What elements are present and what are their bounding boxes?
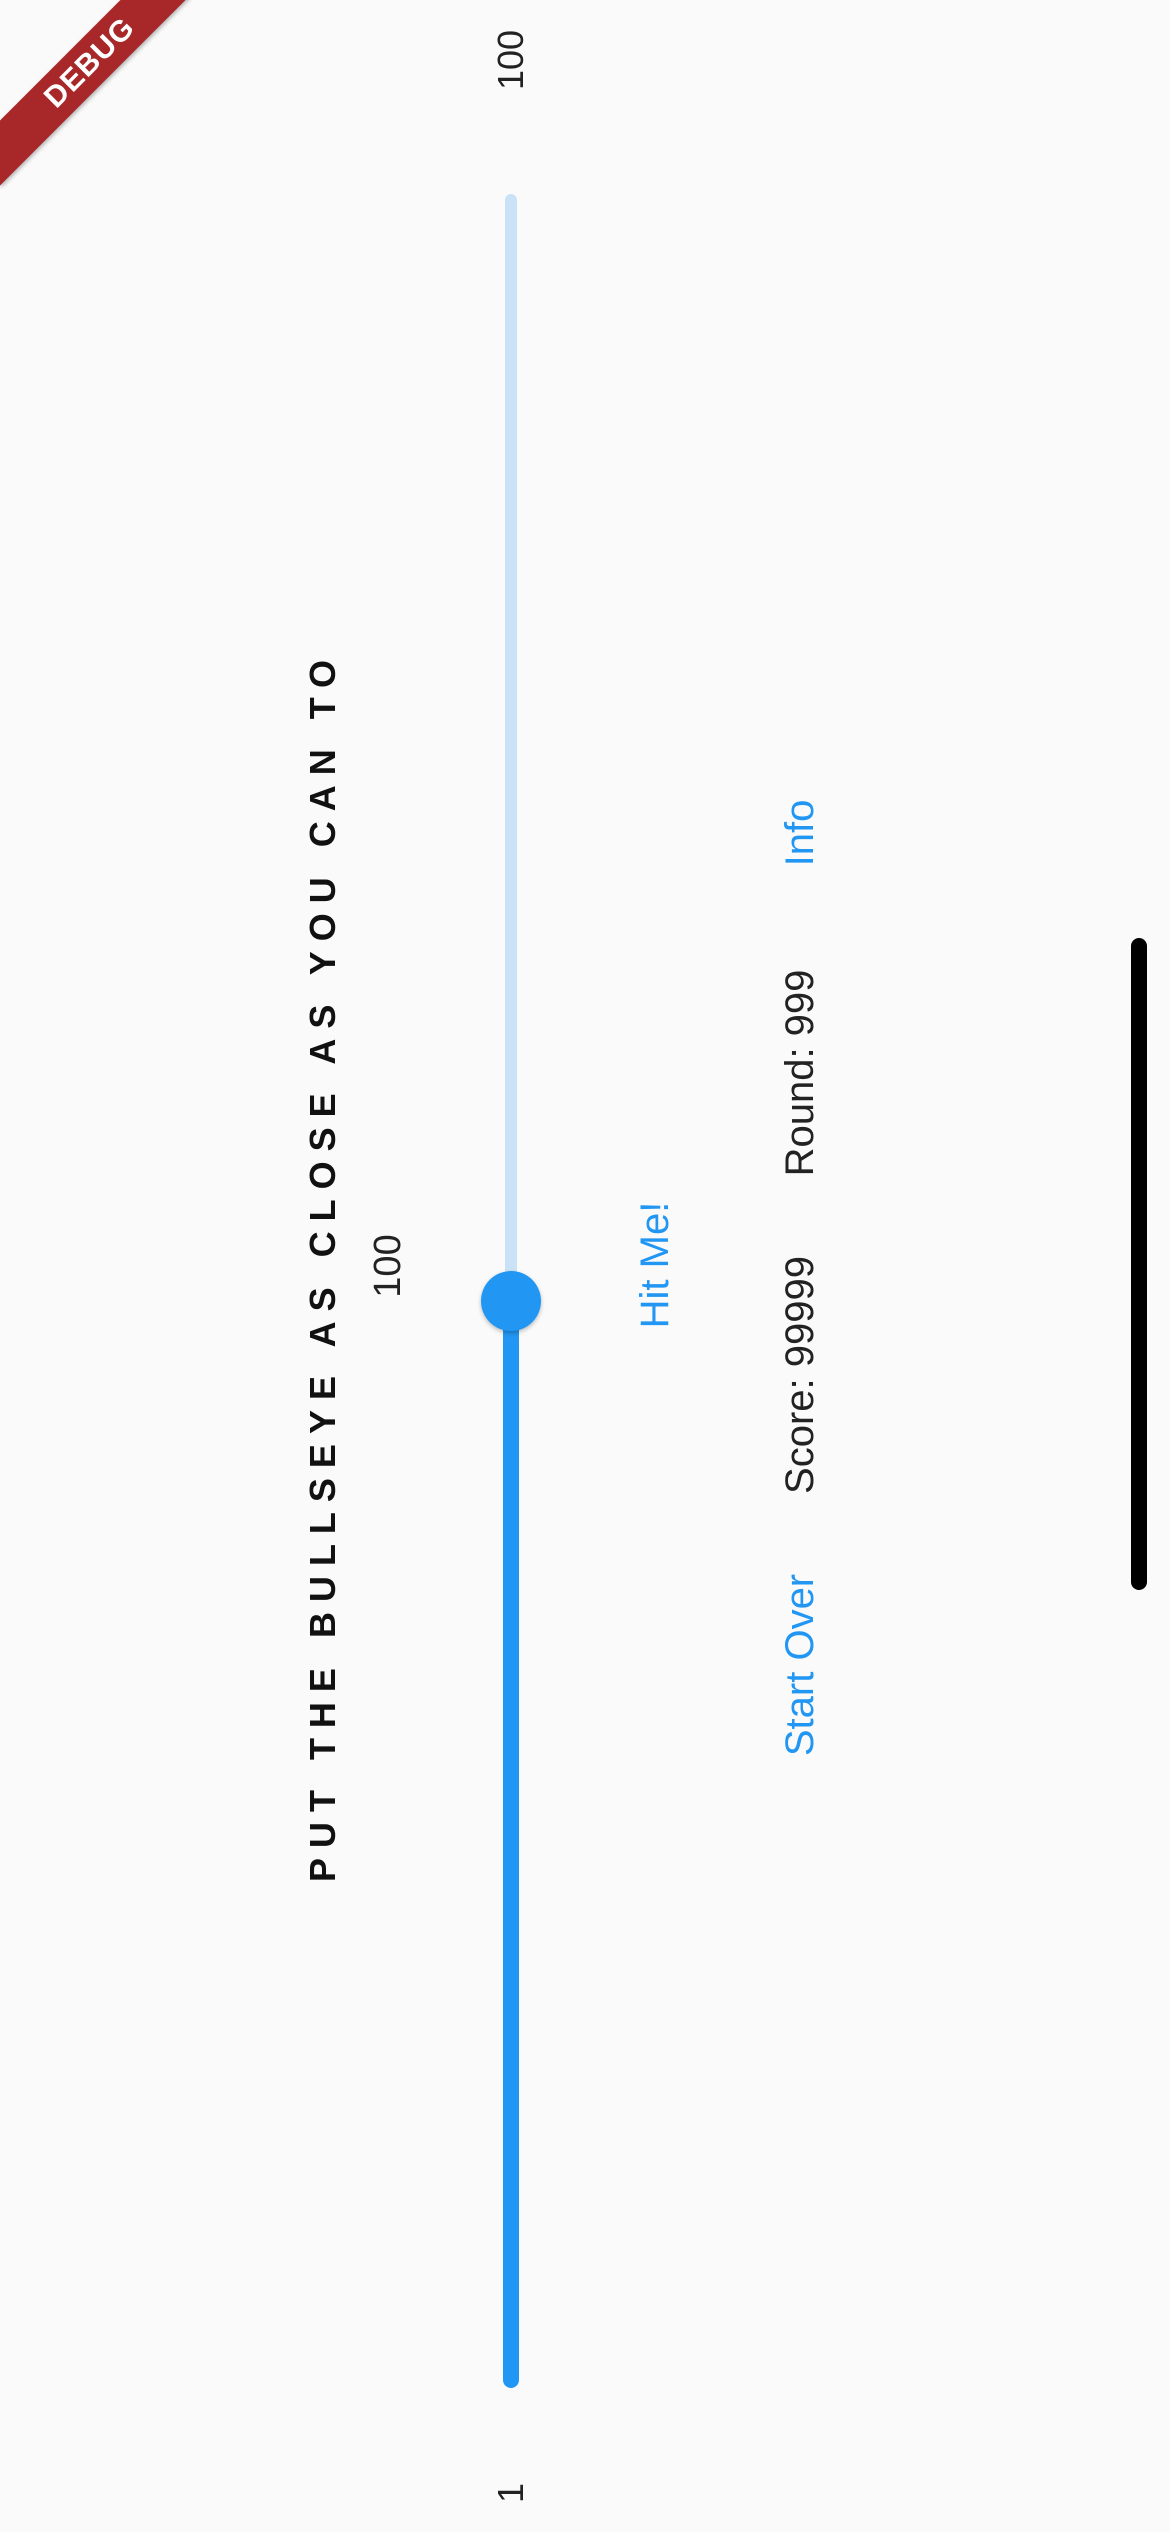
slider-track-active[interactable] [503, 1300, 519, 2388]
instruction-title: PUT THE BULLSEYE AS CLOSE AS YOU CAN TO [302, 649, 343, 1883]
slider-thumb[interactable] [481, 1271, 541, 1331]
round-label: Round: 999 [778, 969, 822, 1177]
hit-me-button[interactable]: Hit Me! [633, 1202, 677, 1329]
score-label: Score: 99999 [778, 1256, 822, 1494]
game-screen: DEBUG PUT THE BULLSEYE AS CLOSE AS YOU C… [0, 0, 1170, 2532]
home-indicator [1131, 938, 1147, 1590]
info-button[interactable]: Info [778, 800, 822, 867]
start-over-button[interactable]: Start Over [778, 1574, 822, 1756]
debug-banner: DEBUG [0, 0, 213, 186]
slider-min-label: 1 [490, 2482, 531, 2504]
target-value: 100 [367, 1234, 409, 1298]
slider-track-inactive[interactable] [505, 194, 517, 1300]
slider-max-label: 100 [490, 29, 531, 91]
